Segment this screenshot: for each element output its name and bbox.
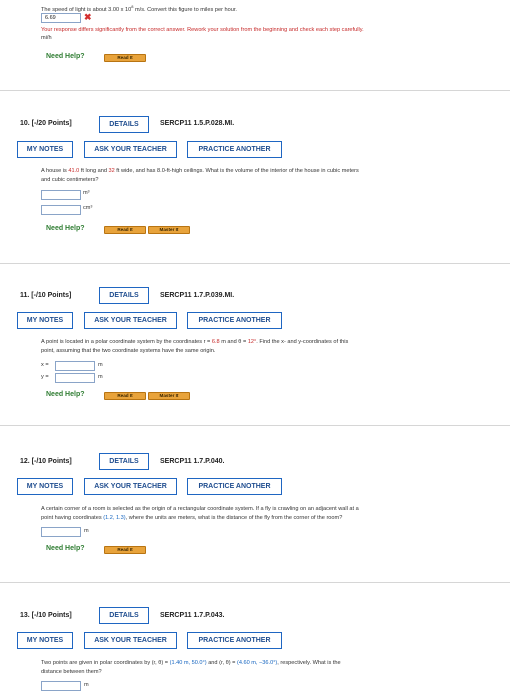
q10-ask-teacher-button[interactable]: ASK YOUR TEACHER [84, 141, 177, 158]
q13-my-notes-button[interactable]: MY NOTES [17, 632, 73, 649]
q10-details-button[interactable]: DETAILS [99, 116, 149, 133]
q9-error-message: Your response differs significantly from… [41, 27, 364, 33]
q12-code: SERCP11 1.7.P.040. [160, 458, 225, 465]
q10-read-it-button[interactable]: Read It [104, 226, 146, 234]
q11-practice-another-button[interactable]: PRACTICE ANOTHER [187, 312, 282, 329]
q11-y-input[interactable] [55, 373, 95, 383]
divider [0, 425, 510, 426]
q11-x-label: x = [41, 362, 49, 368]
q11-x-unit: m [98, 362, 103, 368]
q12-need-help: Need Help? [46, 545, 85, 552]
q11-y-label: y = [41, 374, 49, 380]
q12-practice-another-button[interactable]: PRACTICE ANOTHER [187, 478, 282, 495]
q11-ask-teacher-button[interactable]: ASK YOUR TEACHER [84, 312, 177, 329]
q10-need-help: Need Help? [46, 225, 85, 232]
divider [0, 582, 510, 583]
q11-x-input[interactable] [55, 361, 95, 371]
q11-code: SERCP11 1.7.P.039.MI. [160, 292, 235, 299]
q9-unit: mi/h [41, 35, 52, 41]
q10-practice-another-button[interactable]: PRACTICE ANOTHER [187, 141, 282, 158]
q10-code: SERCP11 1.5.P.028.MI. [160, 120, 235, 127]
q11-prompt: A point is located in a polar coordinate… [41, 339, 349, 354]
q10-cubic-centimeters-input[interactable] [41, 205, 81, 215]
q12-unit: m [84, 528, 89, 534]
q11-my-notes-button[interactable]: MY NOTES [17, 312, 73, 329]
q13-ask-teacher-button[interactable]: ASK YOUR TEACHER [84, 632, 177, 649]
q12-distance-input[interactable] [41, 527, 81, 537]
q10-unit-cm3: cm³ [83, 205, 93, 211]
q11-need-help: Need Help? [46, 391, 85, 398]
q10-unit-m3: m³ [83, 190, 90, 196]
q13-number: 13. [-/10 Points] [20, 612, 72, 619]
q10-number: 10. [-/20 Points] [20, 120, 72, 127]
q12-read-it-button[interactable]: Read It [104, 546, 146, 554]
q10-my-notes-button[interactable]: MY NOTES [17, 141, 73, 158]
q10-cubic-meters-input[interactable] [41, 190, 81, 200]
q13-prompt: Two points are given in polar coordinate… [41, 660, 341, 675]
q13-distance-input[interactable] [41, 681, 81, 691]
q9-prompt: The speed of light is about 3.00 x 108 m… [41, 4, 237, 13]
divider [0, 90, 510, 91]
q13-details-button[interactable]: DETAILS [99, 607, 149, 624]
q9-read-it-button[interactable]: Read It [104, 54, 146, 62]
q12-prompt: A certain corner of a room is selected a… [41, 506, 359, 521]
q12-ask-teacher-button[interactable]: ASK YOUR TEACHER [84, 478, 177, 495]
q12-number: 12. [-/10 Points] [20, 458, 72, 465]
q11-number: 11. [-/10 Points] [20, 292, 72, 299]
q10-prompt: A house is 41.0 ft long and 32 ft wide, … [41, 168, 359, 183]
q9-need-help: Need Help? [46, 53, 85, 60]
q11-master-it-button[interactable]: Master It [148, 392, 190, 400]
q11-read-it-button[interactable]: Read It [104, 392, 146, 400]
q11-y-unit: m [98, 374, 103, 380]
q12-details-button[interactable]: DETAILS [99, 453, 149, 470]
q13-practice-another-button[interactable]: PRACTICE ANOTHER [187, 632, 282, 649]
q10-master-it-button[interactable]: Master It [148, 226, 190, 234]
divider [0, 263, 510, 264]
q11-details-button[interactable]: DETAILS [99, 287, 149, 304]
q13-code: SERCP11 1.7.P.043. [160, 612, 225, 619]
incorrect-icon: ✖ [84, 12, 92, 22]
q9-answer-input[interactable]: 6.69 [41, 13, 81, 23]
q12-my-notes-button[interactable]: MY NOTES [17, 478, 73, 495]
q13-unit: m [84, 682, 89, 688]
